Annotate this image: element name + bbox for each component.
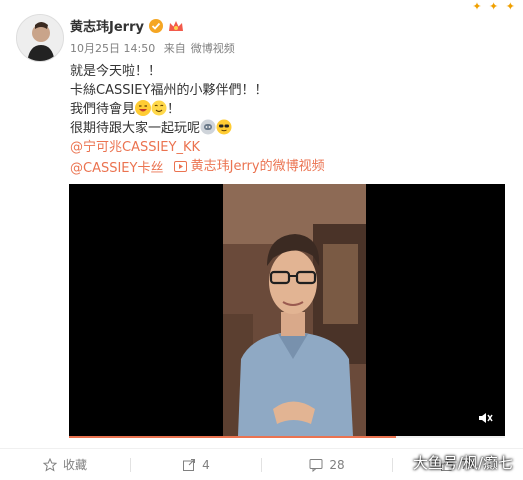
post-line: 就是今天啦！！ <box>70 64 162 79</box>
post-content: 就是今天啦！！ 卡絲CASSIEY福州的小夥伴們！！ 我們待會見 ！ 很期待跟大家… <box>70 62 325 176</box>
astronaut-emoji-icon <box>200 119 216 135</box>
post-line-with-emoji: 很期待跟大家一起玩呢 <box>70 119 325 138</box>
post-line-text: 我們待會見 <box>70 102 136 117</box>
post-line-with-emoji: 我們待會見 ！ <box>70 100 325 119</box>
source-prefix: 来自 <box>163 42 186 55</box>
mention-line: @宁可兆CASSIEY_KK <box>70 138 325 157</box>
post-line: 卡絲CASSIEY福州的小夥伴們！！ <box>70 83 268 98</box>
video-link[interactable]: 黄志玮Jerry的微博视频 <box>173 157 325 176</box>
sunglasses-emoji-icon <box>216 119 232 135</box>
video-progress-fill <box>69 436 396 438</box>
post-line-text: ！ <box>167 102 181 117</box>
repost-icon <box>183 458 196 471</box>
favorite-label: 收藏 <box>62 458 87 472</box>
comment-icon <box>309 458 323 472</box>
decoration: ✦ ✦ ✦ <box>472 0 517 13</box>
mute-icon[interactable] <box>477 410 493 426</box>
watermark-text: 大鱼号/枫/癫七 <box>412 454 513 472</box>
member-crown-icon[interactable] <box>168 19 184 33</box>
author-name[interactable]: 黄志玮Jerry <box>70 16 144 35</box>
repost-button[interactable]: 4 <box>131 449 261 480</box>
laughing-emoji-icon <box>135 100 152 116</box>
post-line-text: 很期待跟大家一起玩呢 <box>70 121 201 136</box>
author-row: 黄志玮Jerry <box>70 16 184 35</box>
comment-count: 28 <box>329 457 345 472</box>
comment-button[interactable]: 28 <box>262 449 392 480</box>
avatar[interactable] <box>16 14 64 62</box>
repost-count: 4 <box>202 457 210 472</box>
video-link-label: 黄志玮Jerry的微博视频 <box>190 159 325 174</box>
video-player[interactable] <box>69 184 505 436</box>
avatar-image <box>17 15 63 61</box>
mention-link[interactable]: @宁可兆CASSIEY_KK <box>70 140 200 155</box>
post-date[interactable]: 10月25日 14:50 <box>70 42 155 55</box>
star-icon <box>42 457 57 472</box>
verified-icon <box>148 18 163 33</box>
video-icon <box>173 161 187 172</box>
mention-link[interactable]: @CASSIEY卡丝 <box>70 161 163 176</box>
mention-line: @CASSIEY卡丝 黄志玮Jerry的微博视频 <box>70 157 325 176</box>
video-progress-bar[interactable] <box>69 436 505 438</box>
post-meta: 10月25日 14:50 来自 微博视频 <box>70 40 240 56</box>
video-frame-image <box>223 184 366 436</box>
favorite-button[interactable]: 收藏 <box>0 449 130 480</box>
post-source[interactable]: 微博视频 <box>191 42 235 55</box>
smile-emoji-icon <box>151 100 167 116</box>
